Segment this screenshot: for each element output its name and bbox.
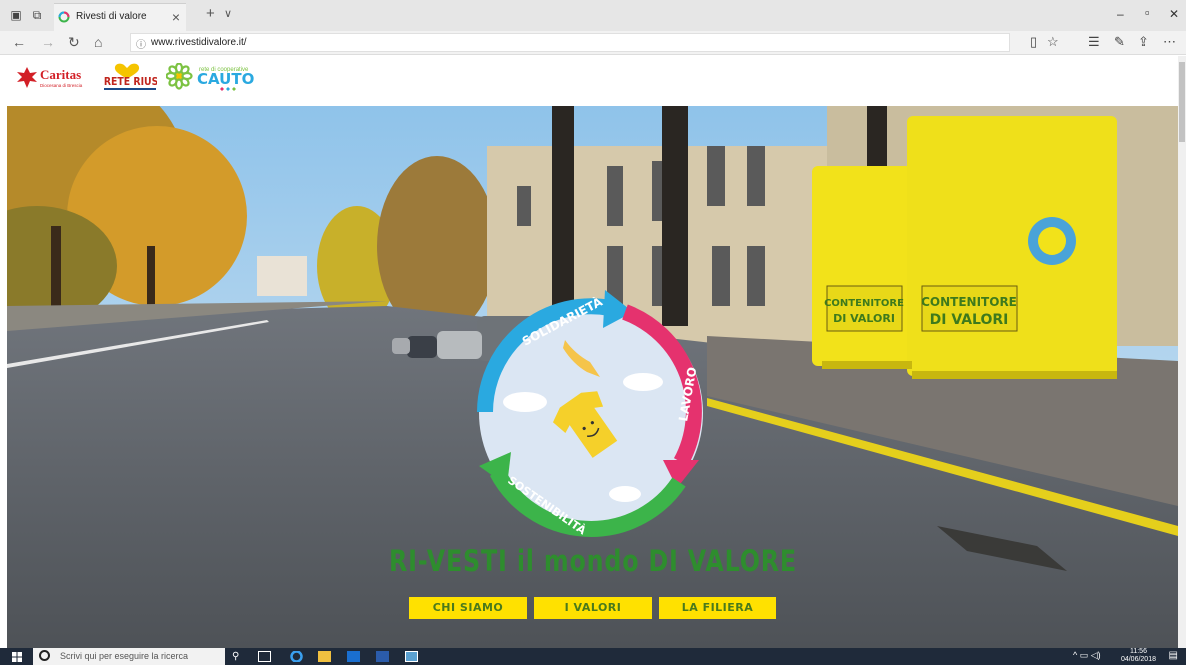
web-note-pen-icon[interactable]: ✎ bbox=[1114, 35, 1125, 49]
favorite-star-icon[interactable]: ☆ bbox=[1047, 35, 1059, 49]
taskbar-search-input[interactable]: Scrivi qui per eseguire la ricerca bbox=[33, 648, 225, 665]
close-window-button[interactable]: ✕ bbox=[1169, 7, 1179, 21]
file-explorer-icon[interactable] bbox=[318, 651, 331, 662]
system-tray-icons[interactable]: ^ ▭ ◁) bbox=[1073, 650, 1101, 661]
i-valori-button[interactable]: I VALORI bbox=[534, 597, 652, 619]
url-text: www.rivestidivalore.it/ bbox=[151, 37, 247, 48]
svg-text:CONTENITORE: CONTENITORE bbox=[921, 295, 1017, 309]
svg-text:CONTENITORE: CONTENITORE bbox=[824, 298, 904, 309]
notification-center-icon[interactable]: ▤ bbox=[1169, 650, 1178, 661]
forward-arrow-icon[interactable]: → bbox=[41, 34, 55, 50]
hero-tagline: RI-VESTI il mondo DI VALORE bbox=[389, 544, 797, 578]
tab-rivesti[interactable]: Rivesti di valore × bbox=[54, 3, 186, 31]
photos-icon[interactable] bbox=[405, 651, 418, 662]
microphone-icon[interactable]: ⚲ bbox=[232, 651, 245, 662]
refresh-icon[interactable]: ↻ bbox=[68, 34, 80, 50]
clock-date: 04/06/2018 bbox=[1120, 656, 1156, 663]
cauto-logo[interactable]: rete di cooperative CAUTO bbox=[166, 63, 262, 93]
caritas-logo[interactable]: Caritas Diocesana di Brescia bbox=[17, 65, 89, 91]
scrollbar-thumb[interactable] bbox=[1179, 62, 1185, 142]
taskbar-clock[interactable]: 11:56 04/06/2018 bbox=[1121, 648, 1156, 664]
svg-text:CAUTO: CAUTO bbox=[197, 70, 254, 88]
tab-preview-chevron-icon[interactable]: ∨ bbox=[224, 7, 232, 20]
home-icon[interactable]: ⌂ bbox=[94, 34, 102, 50]
tab-close-icon[interactable]: × bbox=[172, 9, 180, 25]
svg-text:Caritas: Caritas bbox=[40, 67, 81, 82]
edge-browser-icon[interactable] bbox=[290, 651, 303, 662]
site-favicon-icon bbox=[58, 11, 70, 23]
svg-text:RETE RIUSE: RETE RIUSE bbox=[104, 76, 157, 88]
favorites-hub-icon[interactable]: ☰ bbox=[1088, 35, 1100, 49]
page-scrollbar[interactable] bbox=[1178, 56, 1186, 648]
taskbar-search-placeholder: Scrivi qui per eseguire la ricerca bbox=[60, 651, 189, 661]
share-icon[interactable]: ⇪ bbox=[1138, 35, 1149, 49]
browser-tab-bar: ▣ ⧉ Rivesti di valore × + ∨ – ▫ ✕ bbox=[0, 0, 1186, 31]
chi-siamo-button[interactable]: CHI SIAMO bbox=[409, 597, 527, 619]
site-info-icon[interactable]: ⓘ bbox=[136, 36, 146, 51]
clock-time: 11:56 bbox=[1129, 648, 1147, 655]
solidarity-emblem: SOLIDARIETÀ LAVORO SOSTENIBILITÀ bbox=[477, 290, 703, 538]
windows-start-icon[interactable] bbox=[12, 652, 22, 662]
more-options-icon[interactable]: ⋯ bbox=[1163, 35, 1176, 49]
back-arrow-icon[interactable]: ← bbox=[12, 34, 26, 50]
word-icon[interactable] bbox=[376, 651, 389, 662]
rete-riuse-logo[interactable]: RETE RIUSE bbox=[103, 62, 157, 94]
task-view-icon[interactable] bbox=[258, 651, 271, 662]
la-filiera-button[interactable]: LA FILIERA bbox=[659, 597, 776, 619]
tab-list-icon[interactable]: ▣ bbox=[9, 8, 23, 22]
outlook-icon[interactable] bbox=[347, 651, 360, 662]
svg-text:DI VALORI: DI VALORI bbox=[833, 312, 895, 325]
reading-view-icon[interactable]: ▯ bbox=[1030, 35, 1037, 49]
svg-text:DI VALORI: DI VALORI bbox=[930, 312, 1009, 328]
cortana-circle-icon bbox=[39, 650, 50, 661]
tab-title: Rivesti di valore bbox=[76, 11, 147, 22]
web-page: Caritas Diocesana di Brescia RETE RIUSE bbox=[0, 56, 1186, 648]
new-tab-button[interactable]: + bbox=[206, 5, 215, 22]
windows-taskbar: Scrivi qui per eseguire la ricerca ⚲ ^ ▭… bbox=[0, 648, 1186, 665]
maximize-button[interactable]: ▫ bbox=[1145, 5, 1150, 20]
logo-header: Caritas Diocesana di Brescia RETE RIUSE bbox=[0, 56, 1178, 106]
address-bar-row: ← → ↻ ⌂ ⓘ www.rivestidivalore.it/ ▯ ☆ ☰ … bbox=[0, 31, 1186, 55]
minimize-button[interactable]: – bbox=[1117, 7, 1124, 21]
url-input[interactable]: ⓘ www.rivestidivalore.it/ bbox=[130, 33, 1010, 52]
set-aside-tabs-icon[interactable]: ⧉ bbox=[30, 8, 44, 22]
svg-text:Diocesana di Brescia: Diocesana di Brescia bbox=[40, 83, 83, 88]
